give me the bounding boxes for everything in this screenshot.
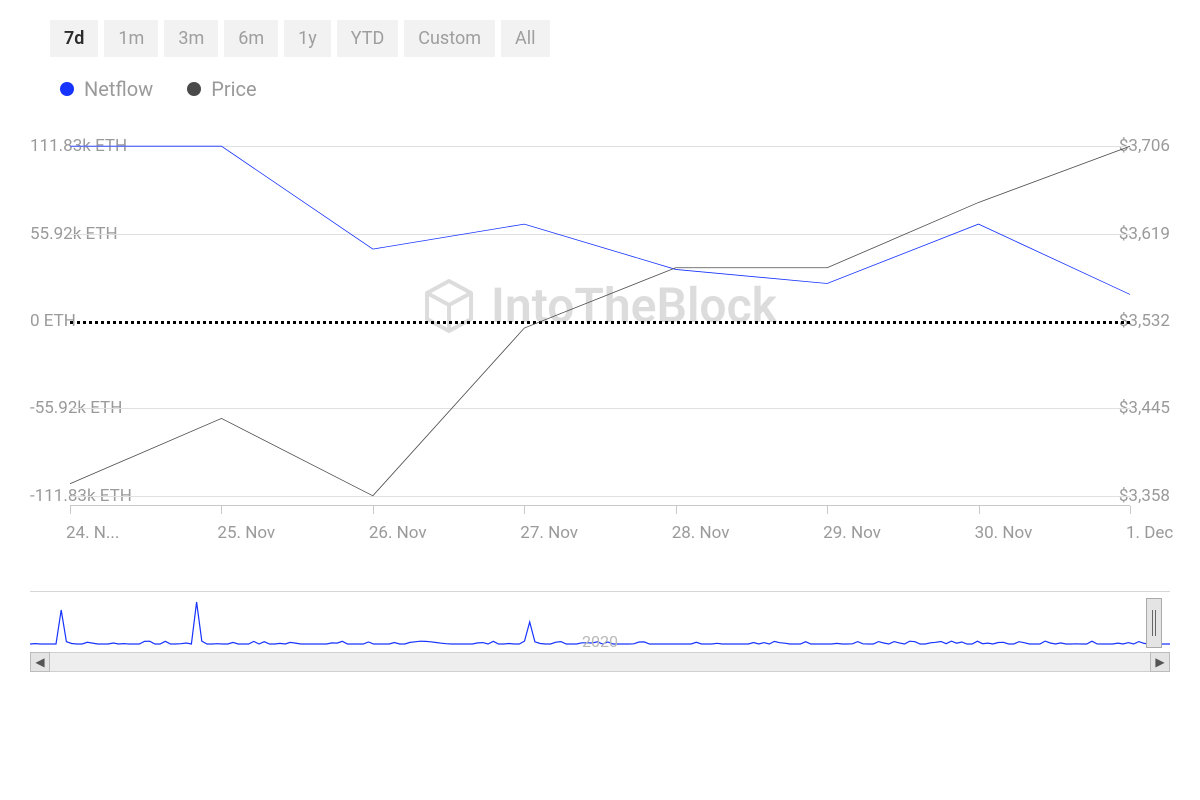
x-tick — [373, 506, 374, 514]
line-price — [70, 146, 1130, 496]
x-label: 24. N... — [66, 523, 119, 543]
range-tab-1y[interactable]: 1y — [284, 20, 331, 57]
scroll-right-button[interactable]: ▶ — [1150, 652, 1170, 672]
range-tab-7d[interactable]: 7d — [50, 20, 98, 57]
x-tick — [70, 506, 71, 514]
legend-item-netflow[interactable]: Netflow — [60, 77, 153, 101]
navigator-handle[interactable] — [1146, 598, 1162, 648]
range-tabs: 7d 1m 3m 6m 1y YTD Custom All — [50, 20, 1170, 57]
x-label: 29. Nov — [823, 523, 881, 543]
range-tab-custom[interactable]: Custom — [404, 20, 495, 57]
range-tab-ytd[interactable]: YTD — [337, 20, 399, 57]
scroll-track[interactable] — [50, 652, 1150, 672]
x-tick — [221, 506, 222, 514]
legend-label-price: Price — [211, 77, 256, 101]
x-tick — [524, 506, 525, 514]
x-tick — [1130, 506, 1131, 514]
legend-dot-price — [187, 82, 201, 96]
x-tick — [676, 506, 677, 514]
x-label: 27. Nov — [520, 523, 578, 543]
main-chart[interactable]: IntoTheBlock 111.83k ETH 55.92k ETH 0 ET… — [30, 131, 1170, 511]
chart-lines — [70, 131, 1130, 511]
x-axis — [70, 505, 1130, 517]
navigator-year-label: 2020 — [582, 632, 618, 651]
range-tab-all[interactable]: All — [501, 20, 550, 57]
x-axis-labels: 24. N...25. Nov26. Nov27. Nov28. Nov29. … — [70, 523, 1130, 547]
y-left-tick: 0 ETH — [30, 311, 76, 331]
navigator-plot[interactable]: 2020 — [30, 592, 1170, 652]
navigator[interactable]: 2020 ◀ ▶ — [30, 591, 1170, 671]
range-tab-1m[interactable]: 1m — [104, 20, 158, 57]
chart-legend: Netflow Price — [60, 77, 1170, 101]
legend-dot-netflow — [60, 82, 74, 96]
legend-item-price[interactable]: Price — [187, 77, 256, 101]
legend-label-netflow: Netflow — [84, 77, 153, 101]
x-tick — [979, 506, 980, 514]
x-label: 1. Dec — [1126, 523, 1173, 543]
range-tab-3m[interactable]: 3m — [164, 20, 218, 57]
x-label: 30. Nov — [975, 523, 1033, 543]
scroll-left-button[interactable]: ◀ — [30, 652, 50, 672]
range-tab-6m[interactable]: 6m — [224, 20, 278, 57]
x-label: 26. Nov — [369, 523, 427, 543]
x-label: 25. Nov — [217, 523, 275, 543]
x-label: 28. Nov — [672, 523, 730, 543]
line-netflow — [70, 146, 1130, 294]
navigator-scrollbar[interactable]: ◀ ▶ — [30, 652, 1170, 672]
plot-area — [70, 131, 1130, 511]
x-tick — [827, 506, 828, 514]
